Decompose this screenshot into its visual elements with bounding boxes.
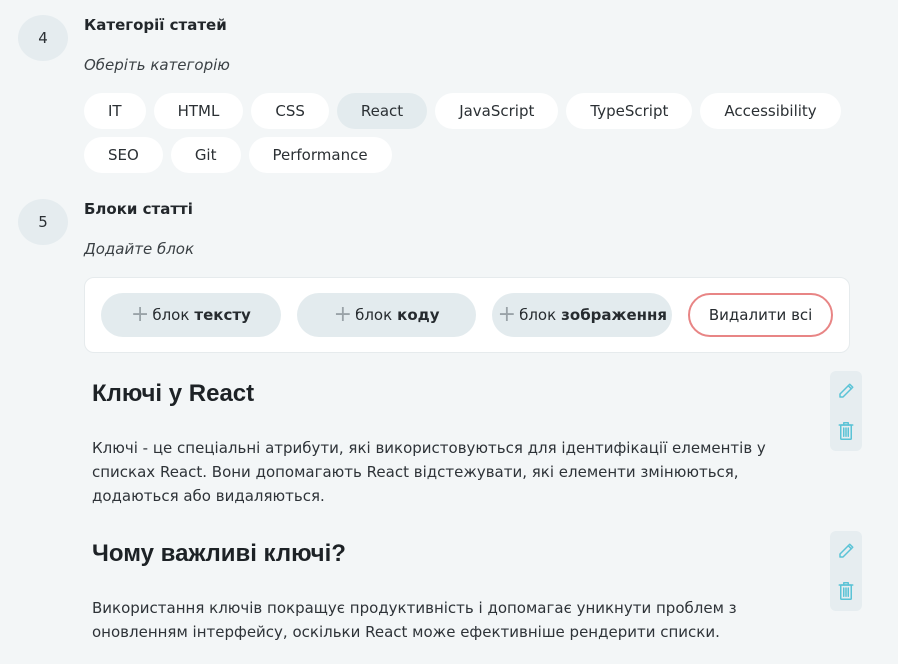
category-chip-typescript[interactable]: TypeScript: [566, 93, 693, 129]
add-text-block-button[interactable]: + блок тексту: [101, 293, 281, 337]
add-text-word: тексту: [194, 306, 251, 324]
trash-icon: [838, 582, 854, 600]
step-number-4: 4: [18, 15, 68, 61]
category-chip-css[interactable]: CSS: [251, 93, 329, 129]
plus-icon: +: [333, 302, 353, 327]
pencil-icon: [839, 383, 854, 398]
edit-button[interactable]: [835, 380, 857, 402]
add-text-prefix: блок: [152, 306, 190, 324]
categories-title: Категорії статей: [84, 16, 227, 34]
block-heading: Чому важливі ключі?: [92, 540, 346, 567]
article-block-1: Ключі у React Ключі - це спеціальні атри…: [92, 380, 812, 508]
article-block-2: Чому важливі ключі? Використання ключів …: [92, 540, 812, 644]
category-chip-performance[interactable]: Performance: [248, 137, 392, 173]
block-heading: Ключі у React: [92, 380, 255, 407]
delete-all-button[interactable]: Видалити всі: [688, 293, 833, 337]
add-code-prefix: блок: [355, 306, 393, 324]
trash-icon: [838, 422, 854, 440]
block-text: Використання ключів покращує продуктивні…: [92, 599, 737, 641]
add-image-prefix: блок: [519, 306, 557, 324]
plus-icon: +: [497, 302, 517, 327]
block-text: Ключі - це спеціальні атрибути, які вико…: [92, 439, 766, 505]
category-row-1: IT HTML CSS React JavaScript TypeScript …: [84, 93, 841, 129]
delete-button[interactable]: [835, 580, 857, 602]
category-chips: IT HTML CSS React JavaScript TypeScript …: [84, 93, 841, 181]
edit-button[interactable]: [835, 540, 857, 562]
step-number-5: 5: [18, 199, 68, 245]
category-chip-html[interactable]: HTML: [153, 93, 244, 129]
add-code-block-button[interactable]: + блок коду: [296, 293, 477, 337]
add-blocks-toolbar: + блок тексту + блок коду + блок зображе…: [84, 277, 850, 353]
category-chip-it[interactable]: IT: [84, 93, 146, 129]
category-chip-react[interactable]: React: [336, 93, 428, 129]
delete-button[interactable]: [835, 420, 857, 442]
add-image-block-button[interactable]: + блок зображення: [492, 293, 673, 337]
category-chip-git[interactable]: Git: [170, 137, 241, 173]
add-code-word: коду: [397, 306, 440, 324]
category-chip-accessibility[interactable]: Accessibility: [700, 93, 841, 129]
block-2-tools: [830, 531, 862, 611]
pencil-icon: [839, 543, 854, 558]
category-chip-seo[interactable]: SEO: [84, 137, 163, 173]
block-1-tools: [830, 371, 862, 451]
plus-icon: +: [130, 302, 150, 327]
category-row-2: SEO Git Performance: [84, 137, 804, 173]
category-chip-javascript[interactable]: JavaScript: [435, 93, 559, 129]
categories-hint: Оберіть категорію: [84, 56, 230, 74]
blocks-hint: Додайте блок: [84, 240, 195, 258]
blocks-title: Блоки статті: [84, 200, 193, 218]
add-image-word: зображення: [561, 306, 667, 324]
